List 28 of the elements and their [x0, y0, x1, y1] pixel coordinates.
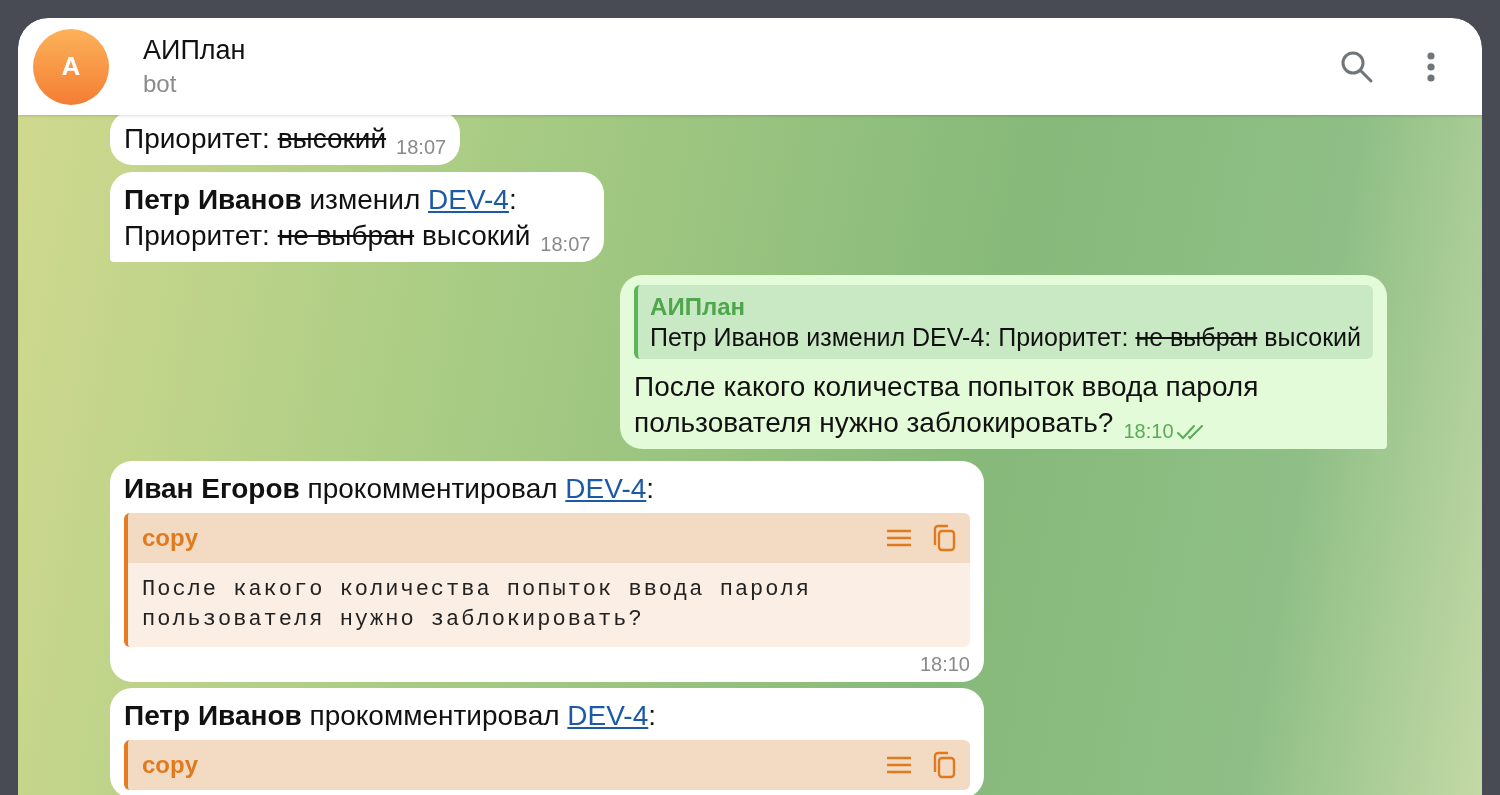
copy-icon[interactable]: [932, 524, 956, 552]
chat-title: АИПлан: [143, 35, 246, 66]
chat-subtitle: bot: [143, 70, 178, 98]
message-time: 18:10: [919, 653, 970, 676]
message-text: пользователя нужно заблокировать?: [634, 406, 1114, 440]
reply-author: АИПлан: [650, 293, 746, 321]
lines-icon[interactable]: [886, 528, 912, 548]
code-text: После какого количества попыток ввода пароля пользователя нужно заблокировать?: [128, 563, 970, 647]
reply-text: Петр Иванов изменил DEV-4: Приоритет: не выбран высокий: [650, 322, 1361, 353]
search-icon[interactable]: [1340, 49, 1374, 84]
more-options-icon[interactable]: [1426, 51, 1436, 82]
message-time: 18:10: [1123, 420, 1174, 443]
issue-link[interactable]: DEV-4: [565, 473, 647, 504]
message-text: Петр Иванов изменил DEV-4:: [124, 183, 518, 217]
issue-link[interactable]: DEV-4: [567, 700, 649, 731]
issue-link[interactable]: DEV-4: [428, 184, 509, 215]
message-text: Приоритет: не выбран высокий: [124, 219, 531, 253]
code-label: copy: [142, 751, 199, 779]
copy-icon[interactable]: [932, 751, 956, 779]
message-text: Петр Иванов прокомментировал DEV-4:: [124, 699, 658, 733]
lines-icon[interactable]: [886, 755, 912, 775]
message-text: После какого количества попыток ввода пароля: [634, 370, 1260, 404]
message-text: Иван Егоров прокомментировал DEV-4:: [124, 472, 656, 506]
message-text: Приоритет: высокий: [124, 122, 387, 156]
message-time: 18:07: [540, 233, 591, 256]
reply-quote[interactable]: АИПлан Петр Иванов изменил DEV-4: Приоритет: не выбран высокий: [634, 285, 1373, 359]
code-label: copy: [142, 524, 199, 552]
message-time: 18:07: [396, 136, 447, 159]
